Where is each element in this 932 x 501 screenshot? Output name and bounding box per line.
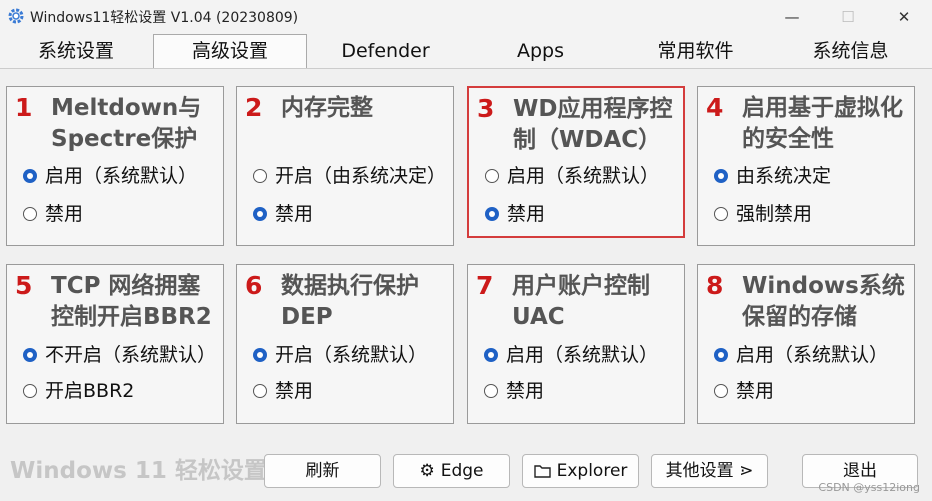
radio-selected-icon[interactable] (253, 348, 267, 362)
card-reserved-storage: 8 Windows系统保留的存储 启用（系统默认） 禁用 (697, 264, 915, 424)
card-title: TCP 网络拥塞控制开启BBR2 (51, 273, 212, 330)
card-title: 内存完整 (281, 95, 373, 121)
watermark-text: CSDN @yss12iong (818, 481, 920, 494)
option-enable-system[interactable]: 开启（由系统决定） (253, 164, 446, 188)
radio-selected-icon[interactable] (23, 348, 37, 362)
card-title: 数据执行保护DEP (281, 273, 419, 330)
card-number: 6 (245, 271, 263, 300)
option-enable-default[interactable]: 开启（系统默认） (253, 343, 427, 367)
card-title: Windows系统保留的存储 (742, 273, 905, 330)
card-wdac: 3 WD应用程序控制（WDAC） 启用（系统默认） 禁用 (467, 86, 685, 238)
card-title: Meltdown与Spectre保护 (51, 95, 202, 152)
radio-unselected-icon[interactable] (253, 384, 267, 398)
tab-defender[interactable]: Defender (308, 35, 463, 67)
radio-selected-icon[interactable] (23, 169, 37, 183)
card-tcp-bbr2: 5 TCP 网络拥塞控制开启BBR2 不开启（系统默认） 开启BBR2 (6, 264, 224, 424)
card-title: WD应用程序控制（WDAC） (513, 96, 673, 153)
explorer-button[interactable]: Explorer (522, 454, 639, 488)
card-number: 3 (477, 94, 495, 123)
card-number: 4 (706, 93, 724, 122)
radio-unselected-icon[interactable] (253, 169, 267, 183)
radio-unselected-icon[interactable] (23, 384, 37, 398)
tab-system-settings[interactable]: 系统设置 (0, 35, 152, 67)
radio-unselected-icon[interactable] (714, 384, 728, 398)
settings-gear-icon: ⚙ (419, 461, 435, 481)
edge-button[interactable]: ⚙ Edge (393, 454, 510, 488)
option-system-decide[interactable]: 由系统决定 (714, 164, 831, 188)
option-enable-default[interactable]: 启用（系统默认） (485, 164, 659, 188)
option-force-disable[interactable]: 强制禁用 (714, 202, 812, 226)
card-number: 8 (706, 271, 724, 300)
card-number: 2 (245, 93, 263, 122)
card-dep: 6 数据执行保护DEP 开启（系统默认） 禁用 (236, 264, 454, 424)
maximize-button[interactable]: ☐ (820, 0, 876, 34)
option-enable-bbr2[interactable]: 开启BBR2 (23, 379, 134, 403)
option-disable[interactable]: 禁用 (484, 379, 544, 403)
brand-label: Windows 11 轻松设置 (10, 458, 267, 484)
refresh-button[interactable]: 刷新 (264, 454, 381, 488)
option-disable[interactable]: 禁用 (714, 379, 774, 403)
tab-advanced-settings[interactable]: 高级设置 (153, 34, 307, 69)
radio-selected-icon[interactable] (714, 169, 728, 183)
card-number: 5 (15, 271, 33, 300)
card-memory-integrity: 2 内存完整 开启（由系统决定） 禁用 (236, 86, 454, 246)
option-enable-default[interactable]: 启用（系统默认） (484, 343, 658, 367)
tab-bar: 系统设置 高级设置 Defender Apps 常用软件 系统信息 (0, 34, 932, 69)
option-disable[interactable]: 禁用 (23, 202, 83, 226)
close-button[interactable]: ✕ (876, 0, 932, 34)
card-title: 启用基于虚拟化的安全性 (742, 95, 903, 152)
card-title: 用户账户控制UAC (512, 273, 650, 330)
tab-system-info[interactable]: 系统信息 (773, 35, 928, 67)
card-vbs: 4 启用基于虚拟化的安全性 由系统决定 强制禁用 (697, 86, 915, 246)
option-not-enable-default[interactable]: 不开启（系统默认） (23, 343, 216, 367)
option-disable[interactable]: 禁用 (253, 379, 313, 403)
option-disable[interactable]: 禁用 (253, 202, 313, 226)
radio-selected-icon[interactable] (714, 348, 728, 362)
option-enable-default[interactable]: 启用（系统默认） (714, 343, 888, 367)
folder-icon (533, 465, 551, 478)
card-meltdown-spectre: 1 Meltdown与Spectre保护 启用（系统默认） 禁用 (6, 86, 224, 246)
radio-unselected-icon[interactable] (484, 384, 498, 398)
title-bar: Windows11轻松设置 V1.04 (20230809) — ☐ ✕ (0, 0, 932, 34)
option-disable[interactable]: 禁用 (485, 202, 545, 226)
radio-selected-icon[interactable] (485, 207, 499, 221)
card-uac: 7 用户账户控制UAC 启用（系统默认） 禁用 (467, 264, 685, 424)
gear-icon (8, 8, 24, 24)
other-settings-button[interactable]: 其他设置 ⋗ (651, 454, 768, 488)
radio-selected-icon[interactable] (253, 207, 267, 221)
card-number: 7 (476, 271, 494, 300)
tab-common-software[interactable]: 常用软件 (618, 35, 773, 67)
window-title: Windows11轻松设置 V1.04 (20230809) (30, 10, 299, 26)
radio-selected-icon[interactable] (484, 348, 498, 362)
tab-apps[interactable]: Apps (463, 35, 618, 67)
radio-unselected-icon[interactable] (485, 169, 499, 183)
option-enable-default[interactable]: 启用（系统默认） (23, 164, 197, 188)
card-number: 1 (15, 93, 33, 122)
minimize-button[interactable]: — (764, 0, 820, 34)
radio-unselected-icon[interactable] (714, 207, 728, 221)
radio-unselected-icon[interactable] (23, 207, 37, 221)
